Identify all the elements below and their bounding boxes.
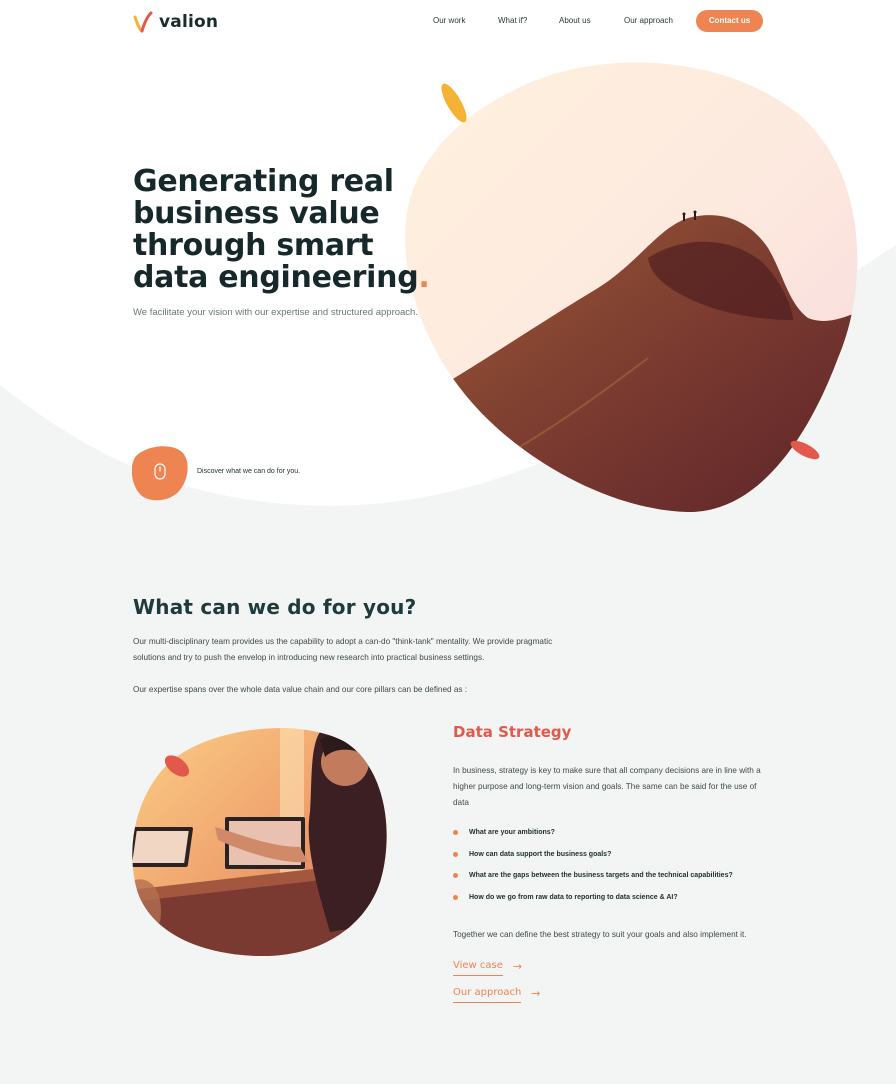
- section-pillars-paragraph: Our expertise spans over the whole data …: [133, 685, 468, 694]
- hero-title-line-1: Generating real: [133, 164, 394, 199]
- question-text: How do we go from raw data to reporting …: [469, 893, 678, 901]
- strategy-questions-list: What are your ambitions? How can data su…: [453, 822, 733, 908]
- question-text: What are your ambitions?: [469, 829, 555, 837]
- list-item: How can data support the business goals?: [453, 844, 733, 866]
- list-item: What are your ambitions?: [453, 822, 733, 844]
- nav-link-our-approach[interactable]: Our approach: [624, 16, 673, 25]
- hero-title-dot: .: [418, 260, 430, 295]
- data-strategy-closing: Together we can define the best strategy…: [453, 930, 747, 939]
- bullet-dot-icon: [453, 851, 458, 857]
- our-approach-label: Our approach: [453, 987, 522, 1003]
- section-title: What can we do for you?: [133, 595, 417, 619]
- brand-name: valion: [159, 12, 219, 32]
- our-approach-link[interactable]: Our approach →: [453, 987, 541, 1003]
- question-text: How can data support the business goals?: [469, 850, 612, 858]
- scroll-down-button[interactable]: [132, 444, 188, 502]
- nav-link-about-us[interactable]: About us: [559, 16, 591, 25]
- data-strategy-description: In business, strategy is key to make sur…: [453, 766, 761, 807]
- top-navigation: valion Our work What if? About us Our ap…: [0, 0, 896, 44]
- bullet-dot-icon: [453, 830, 458, 836]
- section-intro-paragraph: Our multi-disciplinary team provides us …: [133, 637, 553, 662]
- discover-text[interactable]: Discover what we can do for you.: [197, 468, 300, 475]
- red-petal-shape: [790, 440, 820, 460]
- bullet-dot-icon: [453, 873, 458, 879]
- list-item: What are the gaps between the business t…: [453, 865, 733, 887]
- arrow-right-icon: →: [531, 986, 541, 1000]
- arrow-right-icon: →: [512, 959, 523, 973]
- view-case-label: View case: [453, 960, 503, 976]
- hero-title-line-2: business value: [133, 196, 380, 231]
- nav-link-what-if[interactable]: What if?: [498, 16, 527, 25]
- hero-title: Generating real business value through s…: [133, 166, 433, 294]
- nav-link-our-work[interactable]: Our work: [433, 16, 465, 25]
- yellow-petal-shape: [441, 83, 467, 123]
- red-petal-shape-small: [164, 755, 190, 777]
- valion-logo-icon: [133, 11, 153, 33]
- bullet-dot-icon: [453, 894, 458, 900]
- view-case-link[interactable]: View case →: [453, 960, 522, 976]
- logo[interactable]: valion: [133, 10, 218, 34]
- hero-title-line-4: data engineering: [133, 260, 419, 295]
- hero-title-line-3: through smart: [133, 228, 374, 263]
- list-item: How do we go from raw data to reporting …: [453, 887, 733, 909]
- hero-subtitle: We facilitate your vision with our exper…: [133, 307, 418, 318]
- contact-us-button[interactable]: Contact us: [696, 10, 763, 32]
- data-strategy-title: Data Strategy: [453, 723, 572, 741]
- question-text: What are the gaps between the business t…: [469, 872, 733, 880]
